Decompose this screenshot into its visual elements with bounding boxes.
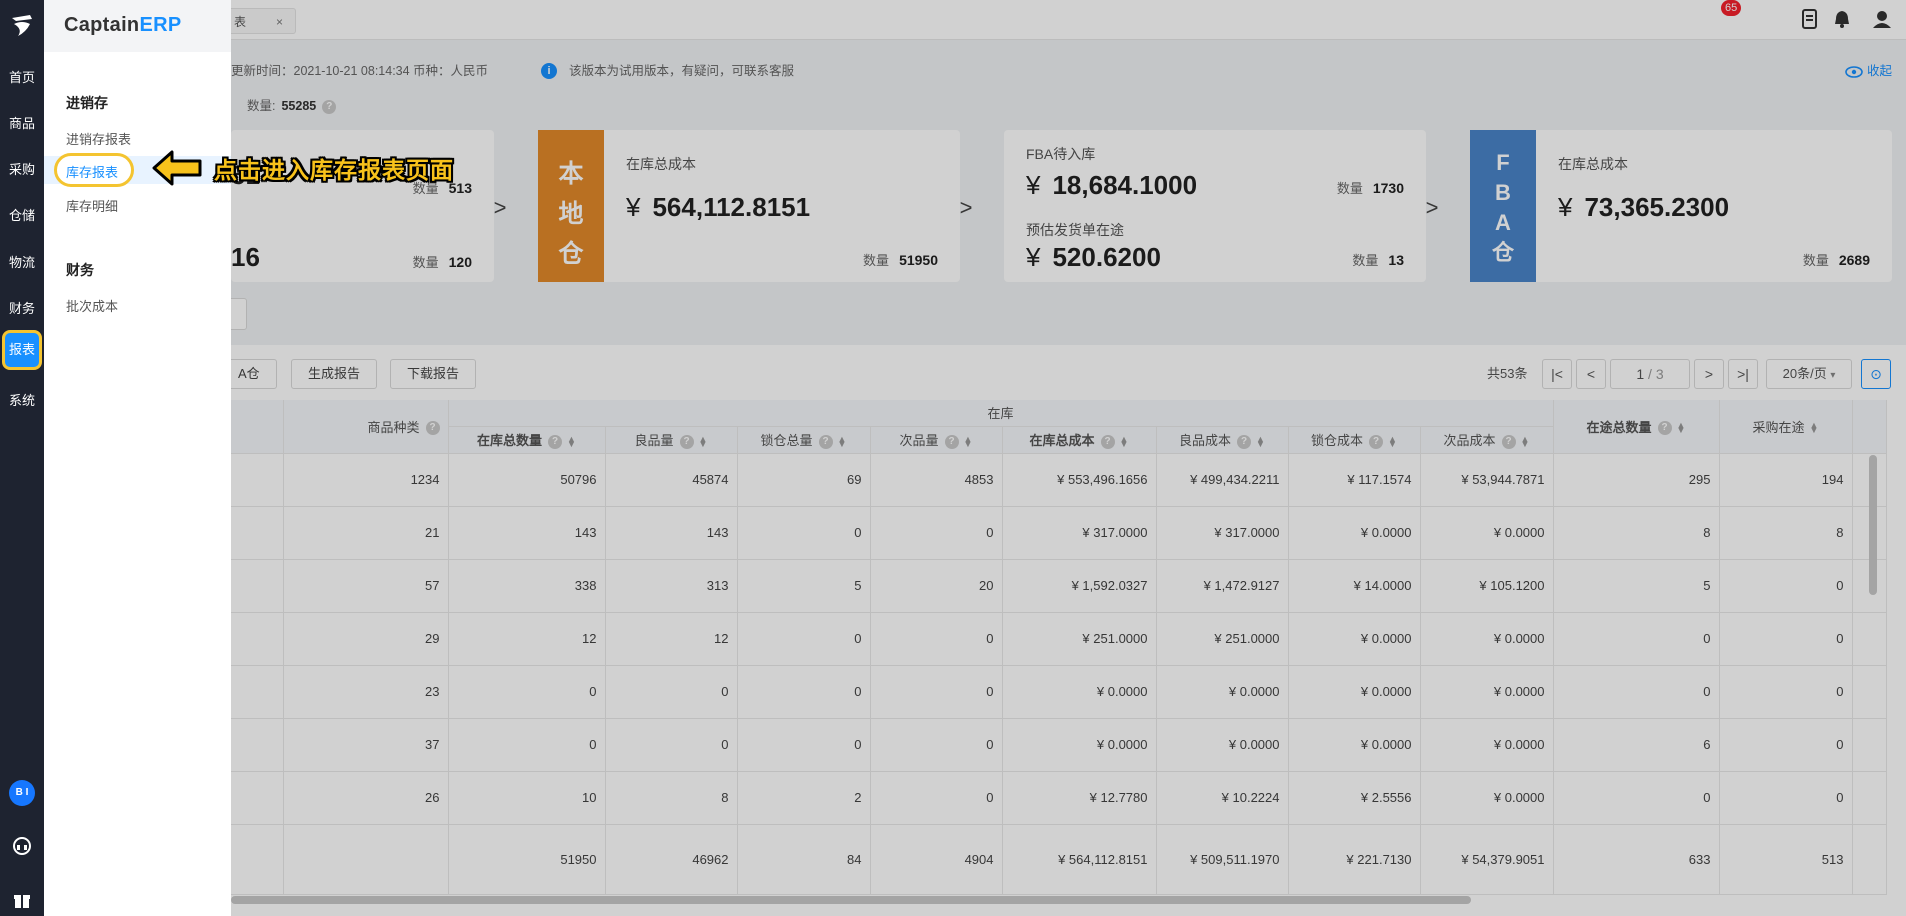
nav-finance[interactable]: 财务 [0,289,44,329]
submenu-item-batch-cost[interactable]: 批次成本 [66,296,118,315]
app-logo-icon[interactable] [6,10,38,42]
bi-button[interactable]: B I [9,780,35,806]
nav-reports[interactable]: 报表 [2,330,42,370]
submenu-item-psi-report[interactable]: 进销存报表 [66,129,131,148]
submenu-item-inventory-detail[interactable]: 库存明细 [66,196,118,215]
submenu-panel: CaptainERP 进销存 进销存报表 库存报表 库存明细 财务 批次成本 [44,0,231,916]
nav-system[interactable]: 系统 [0,381,44,421]
nav-home[interactable]: 首页 [0,58,44,98]
nav-rail: 首页 商品 采购 仓储 物流 财务 报表 系统 B I [0,0,44,916]
submenu-group-inventory: 进销存 [66,95,108,111]
nav-logistics[interactable]: 物流 [0,243,44,283]
gift-icon[interactable] [12,890,32,910]
nav-products[interactable]: 商品 [0,104,44,144]
nav-warehouse[interactable]: 仓储 [0,196,44,236]
annotation-text: 点击进入库存报表页面 [214,157,454,183]
support-icon[interactable] [12,836,32,856]
submenu-item-inventory-report[interactable]: 库存报表 [54,153,134,187]
arrow-left-icon [152,150,202,186]
brand-logo: CaptainERP [44,0,231,52]
nav-purchase[interactable]: 采购 [0,150,44,190]
overlay-mask[interactable] [231,0,1906,916]
tutorial-annotation: 点击进入库存报表页面 [152,150,454,186]
submenu-group-finance: 财务 [66,262,94,278]
